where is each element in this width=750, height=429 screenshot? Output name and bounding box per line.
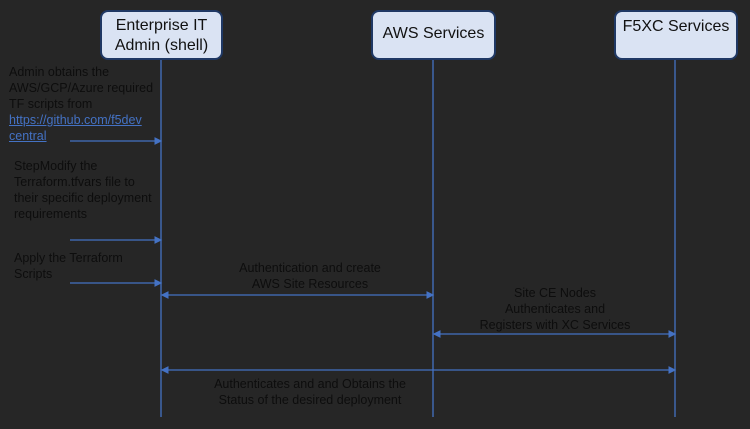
participant-admin-line2: Admin (shell) [114, 37, 209, 54]
message-line: Registers with XC Services [479, 318, 631, 332]
github-link[interactable]: https://github.com/f5dev [9, 113, 142, 127]
message-line: Status of the desired deployment [218, 393, 402, 407]
message-line: AWS Site Resources [251, 277, 369, 291]
step2-note: StepModify the Terraform.tfvars file to … [14, 158, 152, 222]
note-line: TF scripts from [9, 97, 93, 111]
message-admin-aws: Authentication and create AWS Site Resou… [200, 260, 420, 292]
note-line: their specific deployment [14, 191, 152, 205]
note-line: Scripts [14, 267, 53, 281]
step3-note: Apply the Terraform Scripts [14, 250, 123, 282]
note-line: Terraform.tfvars file to [14, 175, 135, 189]
note-line: Admin obtains the [9, 65, 110, 79]
github-link-continued[interactable]: central [9, 129, 47, 143]
participant-f5xc-label: F5XC Services [622, 18, 730, 35]
participant-aws-label: AWS Services [382, 25, 485, 42]
participant-admin-line1: Enterprise IT [115, 17, 208, 34]
message-aws-f5xc: Site CE Nodes Authenticates and Register… [460, 285, 650, 333]
participant-f5xc: F5XC Services [614, 10, 738, 60]
note-line: requirements [14, 207, 87, 221]
step1-note: Admin obtains the AWS/GCP/Azure required… [9, 64, 153, 144]
message-line: Authentication and create [239, 261, 381, 275]
message-line: Authenticates and and Obtains the [214, 377, 406, 391]
message-line: Authenticates and [504, 302, 606, 316]
message-admin-f5xc: Authenticates and and Obtains the Status… [190, 376, 430, 408]
sequence-diagram: Enterprise IT Admin (shell) AWS Services… [0, 0, 750, 429]
note-line: StepModify the [14, 159, 98, 173]
participant-aws: AWS Services [371, 10, 496, 60]
note-line: Apply the Terraform [14, 251, 123, 265]
participant-admin: Enterprise IT Admin (shell) [100, 10, 223, 60]
note-line: AWS/GCP/Azure required [9, 81, 154, 95]
message-line: Site CE Nodes [514, 286, 596, 300]
